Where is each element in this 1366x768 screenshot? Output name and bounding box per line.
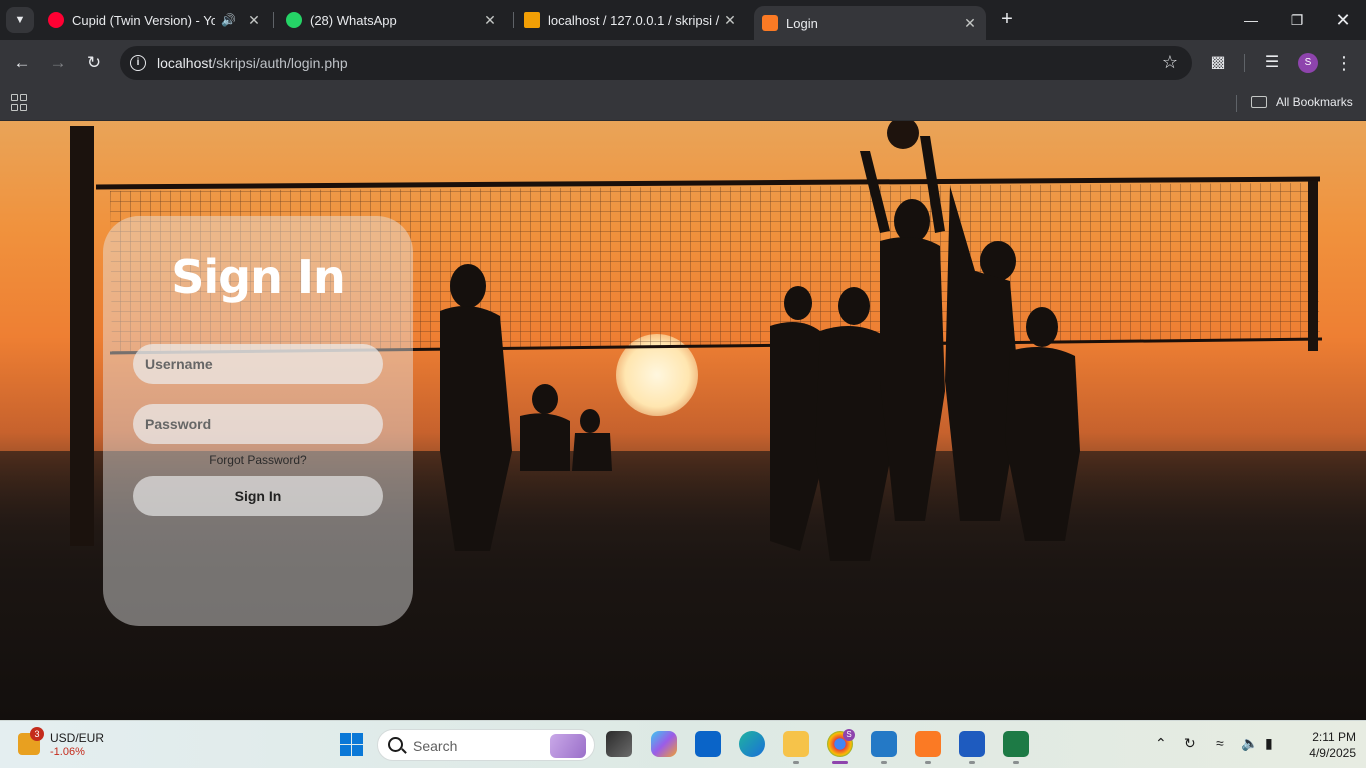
site-info-icon[interactable]: i [130, 55, 146, 71]
tab-title: Login [786, 15, 818, 31]
wifi-icon[interactable]: ≈ [1216, 735, 1224, 751]
page-viewport: Sign In Forgot Password? Sign In [0, 121, 1366, 720]
excel-icon[interactable] [1003, 731, 1029, 757]
forgot-password-link[interactable]: Forgot Password? [103, 453, 413, 467]
windows-taskbar: 3 USD/EUR -1.06% Search S ⌃ ↻ ≈ 🔈 ▮ 2:11… [0, 720, 1366, 768]
taskbar-search[interactable]: Search [377, 729, 595, 761]
forward-button[interactable]: → [46, 51, 70, 75]
chevron-up-icon[interactable]: ⌃ [1155, 735, 1167, 752]
search-icon [388, 737, 403, 752]
word-icon[interactable] [959, 731, 985, 757]
reload-button[interactable]: ↻ [82, 51, 106, 75]
new-tab-button[interactable]: + [996, 9, 1018, 31]
bookmarks-bar: All Bookmarks [0, 86, 1366, 121]
close-icon[interactable]: ✕ [962, 15, 978, 32]
url-host: localhost [157, 55, 213, 71]
start-windows-icon[interactable] [340, 733, 363, 756]
running-indicator [881, 761, 887, 764]
tab-title: localhost / 127.0.0.1 / skripsi / u [548, 12, 722, 28]
running-indicator [793, 761, 799, 764]
close-icon[interactable]: ✕ [246, 12, 262, 29]
password-input[interactable] [133, 404, 383, 444]
running-indicator [1013, 761, 1019, 764]
whatsapp-icon [286, 12, 302, 28]
market-widget[interactable]: 3 USD/EUR -1.06% [18, 727, 128, 761]
phpmyadmin-icon [524, 12, 540, 28]
system-clock[interactable]: 2:11 PM 4/9/2025 [1290, 729, 1356, 761]
profile-avatar[interactable]: S [1298, 53, 1318, 73]
task-view-icon[interactable] [606, 731, 632, 757]
address-bar[interactable]: i localhost/skripsi/auth/login.php ☆ [120, 46, 1192, 80]
login-card: Sign In Forgot Password? Sign In [103, 216, 413, 626]
arrow-right-icon: → [49, 53, 67, 72]
url-text[interactable]: localhost/skripsi/auth/login.php [157, 55, 348, 71]
xampp-icon [762, 15, 778, 31]
sign-in-button[interactable]: Sign In [133, 476, 383, 516]
all-bookmarks-label: All Bookmarks [1276, 95, 1353, 109]
file-explorer-icon[interactable] [783, 731, 809, 757]
folder-icon [1251, 96, 1267, 108]
close-window-button[interactable]: ✕ [1320, 0, 1366, 40]
extensions-icon[interactable]: ▩ [1206, 51, 1230, 75]
chrome-profile-badge: S [843, 729, 855, 741]
clock-time: 2:11 PM [1312, 730, 1356, 744]
running-indicator [925, 761, 931, 764]
tab-whatsapp[interactable]: (28) WhatsApp ✕ [284, 0, 506, 40]
browser-toolbar: ← → ↻ i localhost/skripsi/auth/login.php… [0, 40, 1366, 86]
apps-grid-icon[interactable] [11, 94, 28, 111]
username-input[interactable] [133, 344, 383, 384]
youtube-icon [48, 12, 64, 28]
kebab-menu-icon[interactable]: ⋮ [1332, 51, 1356, 75]
notification-badge: 3 [30, 727, 44, 741]
running-indicator [969, 761, 975, 764]
xampp-icon[interactable] [915, 731, 941, 757]
ticker-change: -1.06% [50, 746, 85, 758]
ticker-name: USD/EUR [50, 731, 105, 745]
volume-icon[interactable]: 🔈 [1241, 735, 1258, 752]
search-label: Search [413, 738, 458, 754]
outlook-icon[interactable] [695, 731, 721, 757]
bookmark-star-icon[interactable]: ☆ [1162, 52, 1178, 73]
sync-icon[interactable]: ↻ [1184, 735, 1196, 752]
login-title: Sign In [171, 250, 345, 304]
back-button[interactable]: ← [10, 51, 34, 75]
tab-title: Cupid (Twin Version) - YouTube [72, 12, 216, 28]
tab-youtube[interactable]: Cupid (Twin Version) - YouTube 🔊 ✕ [44, 0, 270, 40]
close-icon[interactable]: ✕ [482, 12, 498, 29]
vscode-icon[interactable] [871, 731, 897, 757]
active-indicator [832, 761, 848, 764]
media-control-icon[interactable]: ☰ [1260, 51, 1284, 75]
chevron-down-icon: ▼ [14, 14, 26, 26]
tab-strip: ▼ Cupid (Twin Version) - YouTube 🔊 ✕ (28… [0, 0, 1366, 40]
tab-divider [513, 12, 514, 28]
close-icon[interactable]: ✕ [722, 12, 738, 29]
restore-button[interactable]: ❐ [1274, 0, 1320, 40]
reload-icon: ↻ [86, 53, 102, 72]
speaker-icon[interactable]: 🔊 [221, 13, 236, 27]
edge-icon[interactable] [739, 731, 765, 757]
url-path: /skripsi/auth/login.php [212, 55, 348, 71]
battery-icon[interactable]: ▮ [1265, 735, 1273, 752]
arrow-left-icon: ← [13, 53, 31, 72]
clock-date: 4/9/2025 [1309, 746, 1356, 760]
copilot-icon[interactable] [651, 731, 677, 757]
tab-search-button[interactable]: ▼ [6, 7, 34, 33]
profile-initial: S [1304, 57, 1312, 68]
bookmarks-divider [1236, 95, 1237, 112]
minimize-button[interactable]: — [1228, 0, 1274, 40]
tab-login[interactable]: Login ✕ [754, 6, 986, 40]
tab-phpmyadmin[interactable]: localhost / 127.0.0.1 / skripsi / u ✕ [522, 0, 746, 40]
toolbar-divider [1244, 54, 1245, 72]
tab-title: (28) WhatsApp [310, 12, 397, 28]
all-bookmarks-button[interactable]: All Bookmarks [1251, 95, 1353, 109]
search-highlight-image [550, 734, 586, 758]
tab-divider [273, 12, 274, 28]
